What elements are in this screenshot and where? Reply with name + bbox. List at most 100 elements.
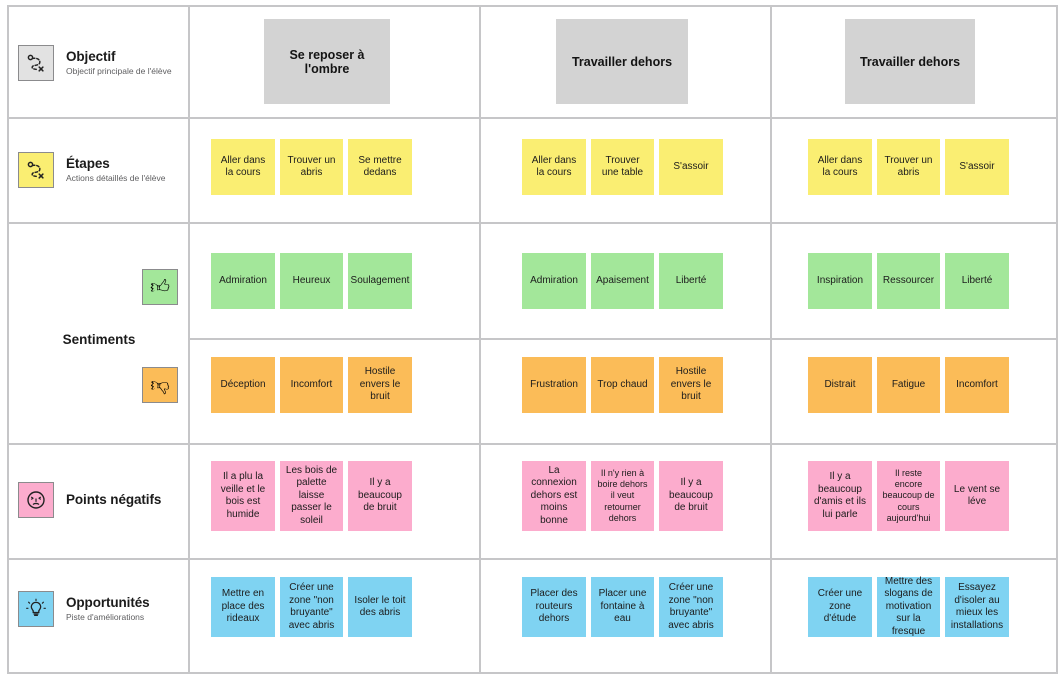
sentiment-positif-card[interactable]: Apaisement	[591, 253, 654, 309]
route-goal-icon	[18, 152, 54, 188]
goal-box-col-3[interactable]: Travailler dehors	[845, 19, 975, 104]
sentiment-positif-card[interactable]: Liberté	[945, 253, 1009, 309]
point-negatif-card[interactable]: Il a plu la veille et le bois est humide	[211, 461, 275, 531]
etape-card[interactable]: Aller dans la cours	[808, 139, 872, 195]
opportunite-card[interactable]: Placer des routeurs dehors	[522, 577, 586, 637]
etape-card[interactable]: Se mettre dedans	[348, 139, 412, 195]
sentiment-negatif-card[interactable]: Hostile envers le bruit	[348, 357, 412, 413]
card-text: Placer une fontaine à eau	[598, 588, 647, 625]
opportunite-card[interactable]: Mettre des slogans de motivation sur la …	[877, 575, 940, 637]
grid-row-divider-3	[7, 443, 1058, 445]
card-text: Incomfort	[956, 378, 998, 390]
card-text: Créer une zone "non bruyante" avec abris	[288, 582, 335, 631]
point-negatif-card[interactable]: Il reste encore beaucoup de cours aujour…	[877, 461, 940, 531]
sentiment-negatif-card[interactable]: Fatigue	[877, 357, 940, 413]
route-goal-icon	[18, 45, 54, 81]
opportunite-card[interactable]: Créer une zone d'étude	[808, 577, 872, 637]
card-text: Mettre des slogans de motivation sur la …	[884, 575, 933, 637]
customer-journey-map: Objectif Objectif principale de l'élève …	[0, 0, 1064, 678]
card-text: Liberté	[961, 274, 993, 286]
grid-row-divider-1	[7, 117, 1058, 119]
card-text: Le vent se léve	[953, 483, 1001, 508]
sentiment-negatif-card[interactable]: Hostile envers le bruit	[659, 357, 723, 413]
point-negatif-card[interactable]: Les bois de palette laisse passer le sol…	[280, 461, 343, 531]
card-text: Créer une zone "non bruyante" avec abris	[668, 582, 714, 631]
card-text: Il n'y rien à boire dehors il veut retou…	[597, 467, 648, 523]
etape-card[interactable]: Aller dans la cours	[211, 139, 275, 195]
card-text: Isoler le toit des abris	[354, 594, 406, 619]
card-text: Heureux	[292, 274, 331, 286]
etape-card[interactable]: Trouver une table	[591, 139, 654, 195]
etape-card[interactable]: Trouver un abris	[877, 139, 940, 195]
card-text: Admiration	[219, 274, 267, 286]
sentiment-positif-card[interactable]: Inspiration	[808, 253, 872, 309]
card-text: Hostile envers le bruit	[670, 366, 712, 403]
card-text: Se mettre dedans	[358, 154, 402, 179]
opportunite-card[interactable]: Créer une zone "non bruyante" avec abris	[659, 577, 723, 637]
opportunite-card[interactable]: Placer une fontaine à eau	[591, 577, 654, 637]
card-text: Fatigue	[891, 378, 926, 390]
card-text: La connexion dehors est moins bonne	[530, 464, 578, 526]
card-text: S'assoir	[673, 160, 709, 172]
sentiment-negatif-card[interactable]: Incomfort	[945, 357, 1009, 413]
opportunite-card[interactable]: Isoler le toit des abris	[348, 577, 412, 637]
goal-box-col-2[interactable]: Travailler dehors	[556, 19, 688, 104]
lightbulb-icon	[18, 591, 54, 627]
card-text: S'assoir	[959, 160, 995, 172]
point-negatif-card[interactable]: Il n'y rien à boire dehors il veut retou…	[591, 461, 654, 531]
grid-row-divider-2	[7, 222, 1058, 224]
card-text: Il reste encore beaucoup de cours aujour…	[882, 467, 935, 523]
goal-label: Se reposer à l'ombre	[289, 47, 365, 76]
etape-card[interactable]: Aller dans la cours	[522, 139, 586, 195]
sentiment-negatif-card[interactable]: Incomfort	[280, 357, 343, 413]
opportunite-card[interactable]: Essayez d'isoler au mieux les installati…	[945, 577, 1009, 637]
card-text: Essayez d'isoler au mieux les installati…	[950, 582, 1004, 631]
card-text: Il y a beaucoup d'amis et ils lui parle	[814, 471, 866, 520]
sentiment-positif-card[interactable]: Heureux	[280, 253, 343, 309]
card-text: Soulagement	[350, 274, 410, 286]
thumbs-up-glyph: 👍︎	[150, 276, 170, 298]
card-text: Aller dans la cours	[531, 154, 577, 179]
card-text: Trouver un abris	[884, 154, 933, 179]
row-subtitle-opportunites: Piste d'améliorations	[66, 612, 145, 623]
etape-card[interactable]: Trouver un abris	[280, 139, 343, 195]
row-title-objectif: Objectif	[66, 48, 116, 64]
card-text: Créer une zone d'étude	[817, 588, 863, 625]
opportunite-card[interactable]: Mettre en place des rideaux	[211, 577, 275, 637]
point-negatif-card[interactable]: Il y a beaucoup d'amis et ils lui parle	[808, 461, 872, 531]
thumbs-down-glyph: 👎︎	[150, 374, 170, 396]
sentiment-positif-card[interactable]: Admiration	[522, 253, 586, 309]
grid-col-divider-2	[770, 5, 772, 674]
sentiment-negatif-card[interactable]: Frustration	[522, 357, 586, 413]
row-header-points-negatifs: Points négatifs	[9, 478, 189, 522]
sentiment-positif-card[interactable]: Ressourcer	[877, 253, 940, 309]
opportunite-card[interactable]: Créer une zone "non bruyante" avec abris	[280, 577, 343, 637]
card-text: Liberté	[675, 274, 707, 286]
sentiment-positif-card[interactable]: Admiration	[211, 253, 275, 309]
point-negatif-card[interactable]: Le vent se léve	[945, 461, 1009, 531]
point-negatif-card[interactable]: Il y a beaucoup de bruit	[348, 461, 412, 531]
etape-card[interactable]: S'assoir	[945, 139, 1009, 195]
sentiment-positif-card[interactable]: Soulagement	[348, 253, 412, 309]
point-negatif-card[interactable]: Il y a beaucoup de bruit	[659, 461, 723, 531]
sentiment-negatif-card[interactable]: Trop chaud	[591, 357, 654, 413]
thumbs-down-icon: 👎︎	[142, 367, 178, 403]
sentiment-negatif-card[interactable]: Déception	[211, 357, 275, 413]
sentiment-positif-card[interactable]: Liberté	[659, 253, 723, 309]
row-title-points-negatifs: Points négatifs	[66, 491, 162, 507]
goal-box-col-1[interactable]: Se reposer à l'ombre	[264, 19, 390, 104]
row-header-opportunites: Opportunités Piste d'améliorations	[9, 585, 189, 633]
card-text: Ressourcer	[882, 274, 935, 286]
card-text: Mettre en place des rideaux	[221, 588, 265, 625]
point-negatif-card[interactable]: La connexion dehors est moins bonne	[522, 461, 586, 531]
sentiment-negatif-card[interactable]: Distrait	[808, 357, 872, 413]
card-text: Distrait	[824, 378, 856, 390]
card-text: Incomfort	[290, 378, 333, 390]
etape-card[interactable]: S'assoir	[659, 139, 723, 195]
card-text: Déception	[220, 378, 266, 390]
thumbs-up-icon: 👍︎	[142, 269, 178, 305]
grid-col-divider-1	[479, 5, 481, 674]
goal-label: Travailler dehors	[859, 54, 961, 69]
card-text: Trouver une table	[601, 154, 644, 179]
grid-row-divider-4	[7, 558, 1058, 560]
